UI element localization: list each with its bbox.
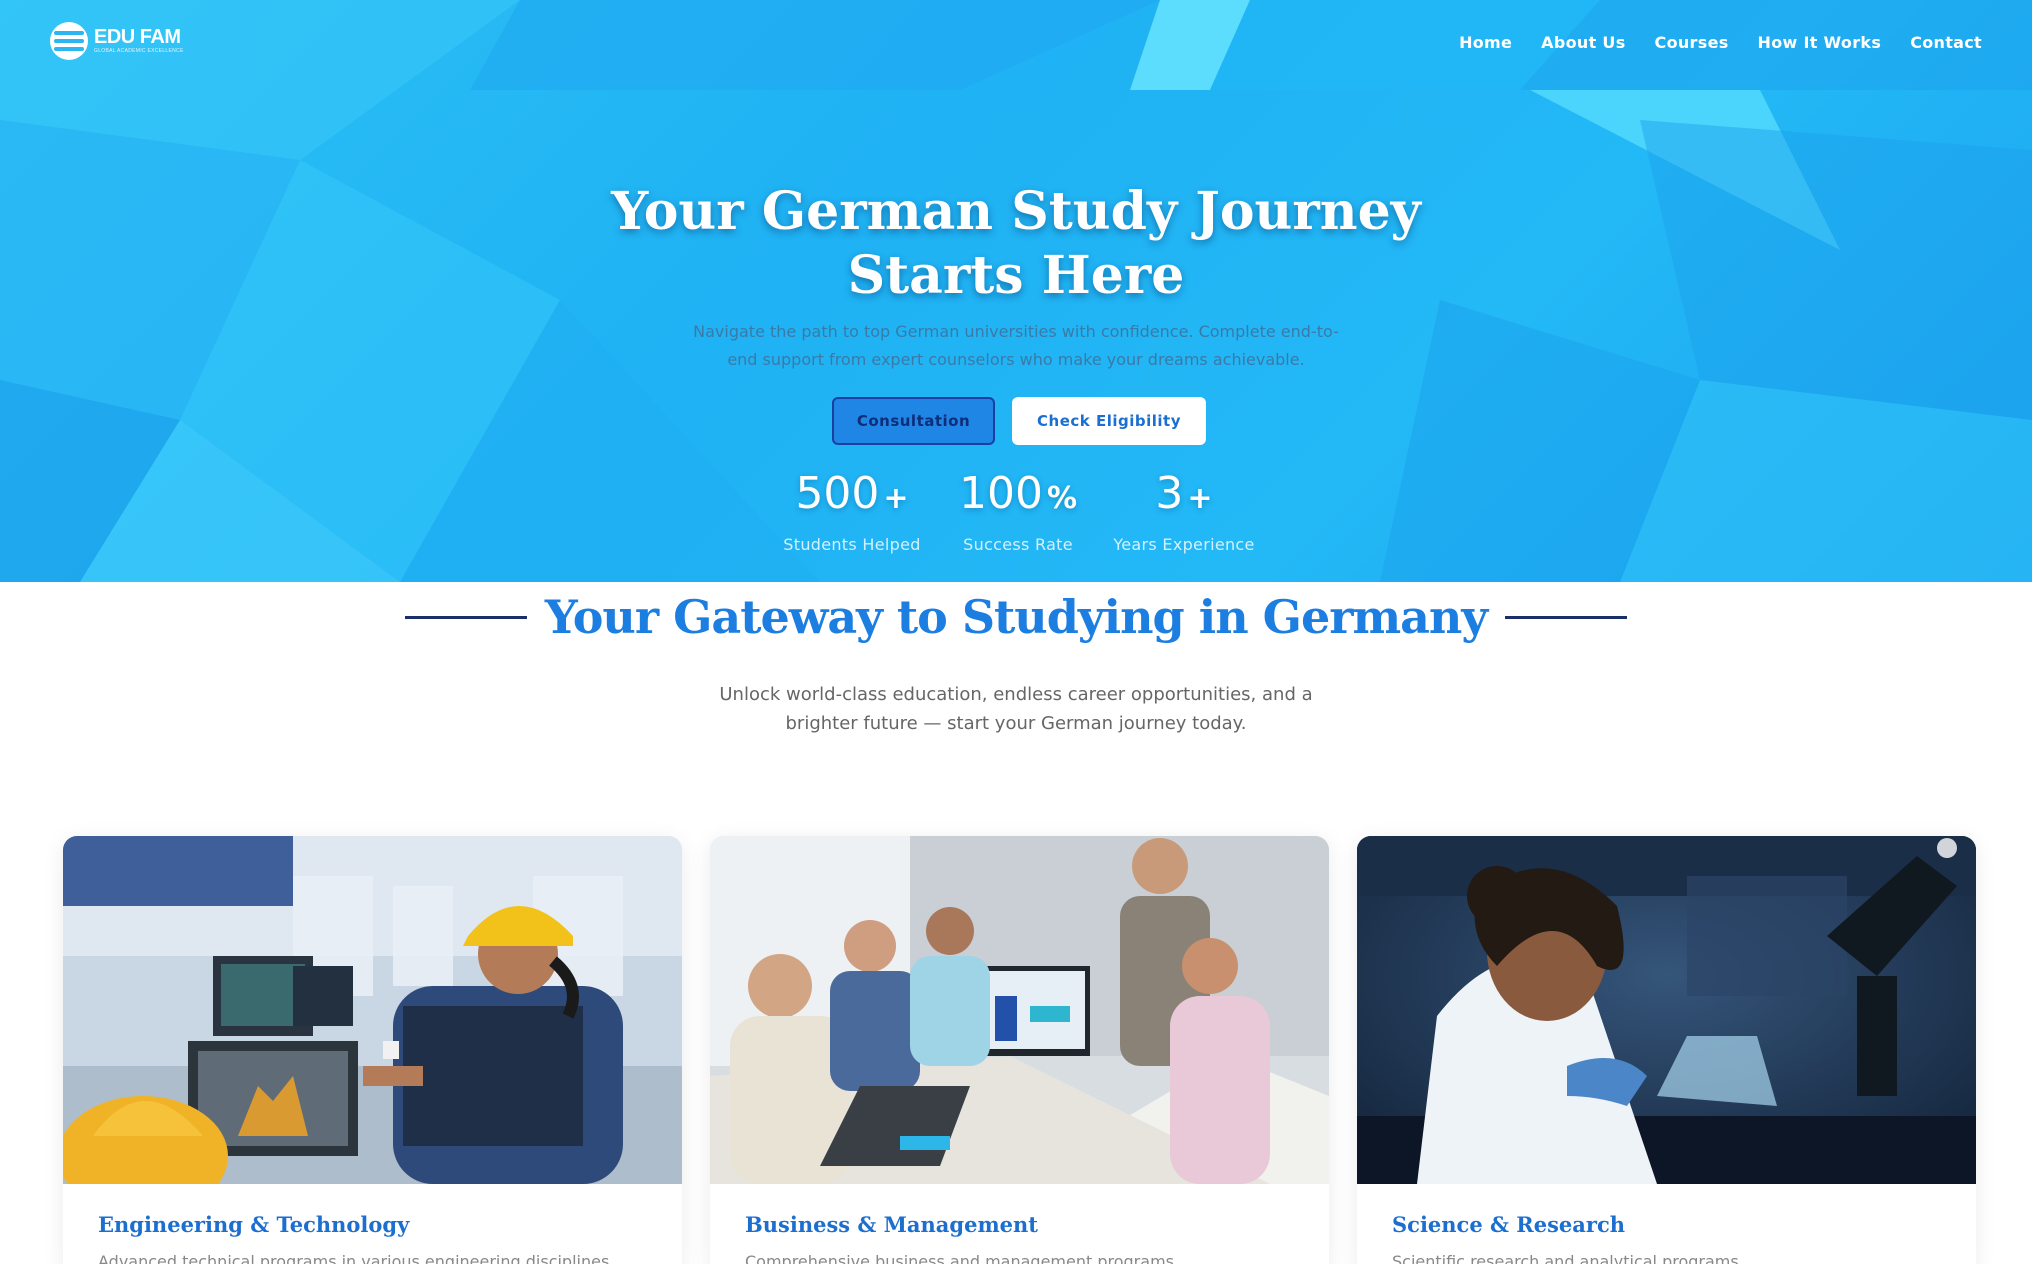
nav-about-link[interactable]: About Us (1541, 33, 1625, 52)
course-card-engineering[interactable]: Engineering & Technology Advanced techni… (63, 836, 682, 1264)
hero-title: Your German Study Journey Starts Here (0, 180, 2032, 308)
stat-label: Years Experience (1113, 535, 1255, 554)
nav-how-it-works-link[interactable]: How It Works (1758, 33, 1882, 52)
course-card-science[interactable]: Science & Research Scientific research a… (1357, 836, 1976, 1264)
card-description: Scientific research and analytical progr… (1392, 1252, 1739, 1264)
gateway-title: Your Gateway to Studying in Germany (544, 590, 1488, 644)
nav-courses-link[interactable]: Courses (1655, 33, 1729, 52)
engineering-photo (63, 836, 682, 1184)
business-photo (710, 836, 1329, 1184)
science-photo (1357, 836, 1976, 1184)
card-title: Science & Research (1392, 1212, 1626, 1237)
top-navbar: EDU FAM GLOBAL ACADEMIC EXCELLENCE Home … (0, 0, 2032, 90)
card-description: Comprehensive business and management pr… (745, 1252, 1174, 1264)
stat-years: 3 + Years Experience (1104, 466, 1264, 554)
stat-suffix: + (1187, 481, 1213, 516)
check-eligibility-button[interactable]: Check Eligibility (1012, 397, 1206, 445)
stat-value: 500 (795, 468, 880, 519)
hero-title-line1: Your German Study Journey (611, 181, 1421, 242)
nav-menu: Home About Us Courses How It Works Conta… (1459, 33, 1982, 52)
stat-success-rate: 100% Success Rate (938, 466, 1098, 554)
brand-logo[interactable]: EDU FAM GLOBAL ACADEMIC EXCELLENCE (50, 22, 184, 60)
stat-suffix: % (1046, 481, 1078, 516)
hero-title-line2: Starts Here (847, 245, 1185, 306)
hero-section: EDU FAM GLOBAL ACADEMIC EXCELLENCE Home … (0, 0, 2032, 582)
hero-subtitle: Navigate the path to top German universi… (693, 322, 1339, 369)
heading-divider-right (1505, 615, 1628, 619)
stat-suffix: + (883, 481, 909, 516)
gateway-heading-row: Your Gateway to Studying in Germany (0, 590, 2032, 644)
stat-label: Success Rate (963, 535, 1073, 554)
heading-divider-left (404, 615, 527, 619)
stat-value: 3 (1155, 468, 1184, 519)
stat-students: 500 + Students Helped (772, 466, 932, 554)
globe-logo-icon (50, 22, 88, 60)
stat-value: 100 (958, 468, 1043, 519)
course-card-business[interactable]: Business & Management Comprehensive busi… (710, 836, 1329, 1264)
card-title: Engineering & Technology (98, 1212, 410, 1237)
logo-name: EDU FAM (94, 26, 181, 48)
logo-tagline: GLOBAL ACADEMIC EXCELLENCE (94, 48, 184, 54)
card-description: Advanced technical programs in various e… (98, 1252, 610, 1264)
card-title: Business & Management (745, 1212, 1038, 1237)
nav-home-link[interactable]: Home (1459, 33, 1512, 52)
stat-label: Students Helped (783, 535, 921, 554)
consultation-button[interactable]: Consultation (832, 397, 995, 445)
nav-contact-link[interactable]: Contact (1910, 33, 1982, 52)
gateway-subtitle: Unlock world-class education, endless ca… (719, 684, 1313, 734)
